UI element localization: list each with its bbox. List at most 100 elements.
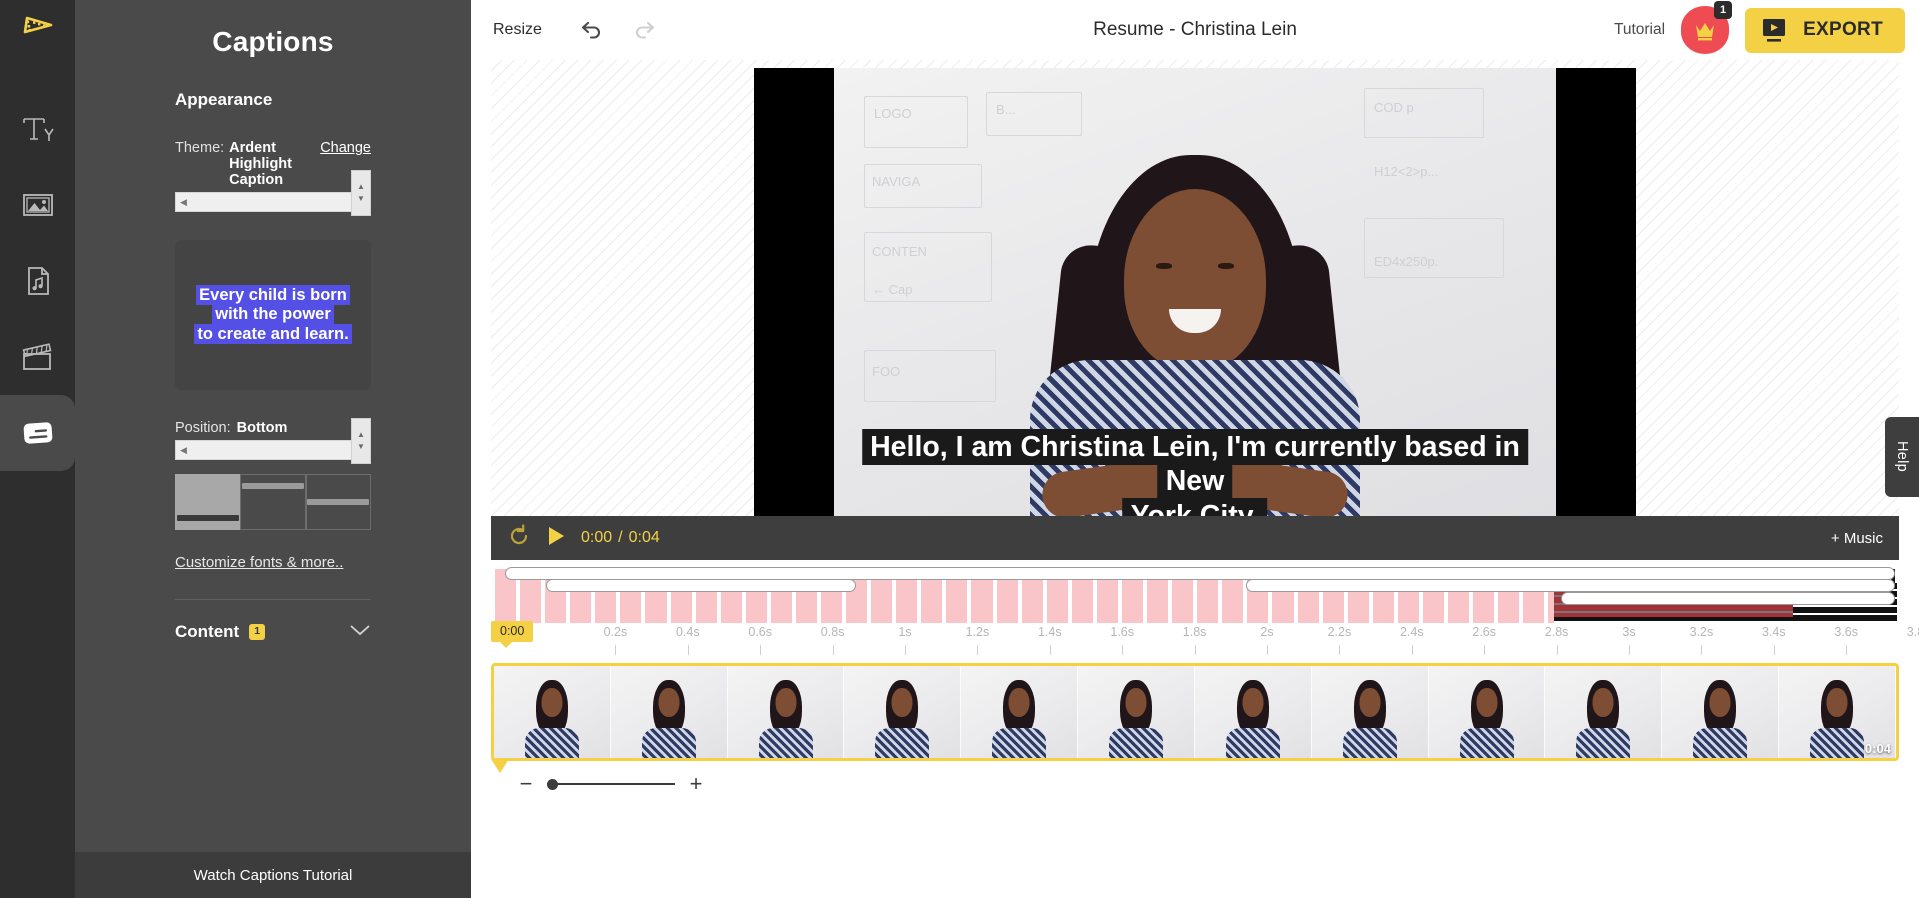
- position-scrollbar[interactable]: ◀ ▶ ▲ ▼: [175, 418, 371, 464]
- ruler-tick: [1484, 645, 1486, 655]
- panel-body: Appearance Theme: Ardent Highlight Capti…: [75, 66, 471, 852]
- video-clip-filmstrip[interactable]: 0:04: [491, 663, 1899, 761]
- redo-icon: [635, 21, 654, 39]
- position-option-group: [175, 474, 371, 530]
- filmstrip-frame[interactable]: [961, 666, 1079, 758]
- position-stepper[interactable]: ▲ ▼: [351, 418, 371, 464]
- add-music-button[interactable]: + Music: [1831, 530, 1883, 547]
- filmstrip-frame[interactable]: [1078, 666, 1195, 758]
- theme-row: Theme: Ardent Highlight Caption Change: [175, 140, 371, 188]
- caption-style-preview[interactable]: Every child is born with the power to cr…: [175, 240, 371, 390]
- ruler-tick: [1556, 645, 1558, 655]
- ruler-tick-label: 1.6s: [1110, 625, 1135, 639]
- filmstrip-frame[interactable]: [727, 666, 845, 758]
- ruler-tick: [760, 645, 762, 655]
- video-canvas[interactable]: LOGO B... NAVIGA CONTEN ← Cap COD p H12<…: [754, 68, 1636, 560]
- chevron-down-icon[interactable]: [349, 623, 371, 642]
- watch-captions-tutorial-button[interactable]: Watch Captions Tutorial: [75, 852, 471, 898]
- playhead-arrow: [491, 759, 509, 773]
- ruler-tick: [1122, 645, 1124, 655]
- theme-scrollbar[interactable]: ◀ ▶ ▲ ▼: [175, 170, 371, 216]
- zoom-slider-knob[interactable]: [547, 779, 558, 790]
- theme-stepper[interactable]: ▲ ▼: [351, 170, 371, 216]
- app-logo[interactable]: [18, 10, 58, 55]
- rail-item-text[interactable]: [0, 91, 75, 167]
- position-scroll-left-icon[interactable]: ◀: [180, 445, 187, 455]
- top-toolbar: Resize Resume - Christina Lein Tutorial …: [471, 0, 1919, 60]
- position-stepper-up-icon[interactable]: ▲: [357, 431, 365, 439]
- filmstrip-frame[interactable]: [1428, 666, 1546, 758]
- play-button[interactable]: [545, 524, 567, 553]
- main-area: Resize Resume - Christina Lein Tutorial …: [471, 0, 1919, 898]
- clip-end-time: 0:04: [1864, 741, 1891, 756]
- content-count-badge: 1: [249, 624, 266, 640]
- waveform-clip-outline-3[interactable]: [1246, 579, 1895, 592]
- ruler-tick: [1049, 645, 1051, 655]
- upgrade-crown-button[interactable]: 1: [1681, 1, 1733, 54]
- zoom-slider-track: [547, 783, 675, 785]
- help-tab[interactable]: Help: [1885, 417, 1919, 497]
- rail-item-audio[interactable]: [0, 243, 75, 319]
- playhead-time-label[interactable]: 0:00: [491, 621, 534, 648]
- captions-icon: [23, 422, 52, 444]
- undo-icon: [581, 21, 600, 39]
- theme-label: Theme:: [175, 140, 225, 156]
- filmstrip-frame[interactable]: [844, 666, 962, 758]
- undo-button[interactable]: [572, 10, 612, 50]
- document-title[interactable]: Resume - Christina Lein: [1093, 19, 1297, 41]
- play-icon: [549, 526, 564, 545]
- panel-title: Captions: [212, 26, 334, 57]
- rail-item-image[interactable]: [0, 167, 75, 243]
- audio-waveform-track[interactable]: [491, 565, 1899, 623]
- zoom-in-button[interactable]: +: [685, 773, 707, 795]
- captions-panel: Captions Appearance Theme: Ardent Highli…: [75, 0, 471, 898]
- theme-value: Ardent Highlight Caption: [229, 140, 292, 188]
- position-option-top[interactable]: [240, 474, 306, 530]
- export-button-label: EXPORT: [1803, 19, 1883, 40]
- ruler-tick-label: 2.8s: [1544, 625, 1569, 639]
- filmstrip-frame[interactable]: 0:04: [1779, 666, 1896, 758]
- panel-divider: [175, 599, 371, 600]
- filmstrip-frame[interactable]: [610, 666, 728, 758]
- filmstrip-frame[interactable]: [1194, 666, 1312, 758]
- time-ruler[interactable]: 0:00 0.2s 0.4s 0.6s 0.8s 1s 1.2s 1.4s 1.6s 1.8s 2…: [491, 621, 1919, 663]
- position-stepper-down-icon[interactable]: ▼: [357, 443, 365, 451]
- zoom-out-button[interactable]: −: [515, 773, 537, 795]
- filmstrip-frame[interactable]: [1545, 666, 1663, 758]
- clapperboard-icon: [22, 343, 51, 370]
- position-bar-bottom: [176, 515, 239, 521]
- restart-button[interactable]: [507, 523, 531, 553]
- ruler-tick: [1701, 645, 1703, 655]
- filmstrip-frame[interactable]: [1311, 666, 1429, 758]
- filmstrip-frame[interactable]: [494, 666, 611, 758]
- stepper-down-icon[interactable]: ▼: [357, 195, 365, 203]
- theme-change-link[interactable]: Change: [320, 140, 371, 156]
- rail-item-video[interactable]: [0, 319, 75, 395]
- redo-button[interactable]: [624, 10, 664, 50]
- audio-file-icon: [27, 267, 49, 295]
- ruler-tick: [615, 645, 617, 655]
- position-option-bottom[interactable]: [175, 474, 241, 530]
- customize-fonts-link[interactable]: Customize fonts & more..: [175, 554, 371, 571]
- export-button[interactable]: EXPORT: [1745, 7, 1905, 53]
- tool-rail: [0, 0, 75, 898]
- ruler-tick: [832, 645, 834, 655]
- rail-item-captions[interactable]: [0, 395, 75, 471]
- filmstrip-frame[interactable]: [1662, 666, 1780, 758]
- stepper-up-icon[interactable]: ▲: [357, 183, 365, 191]
- tutorial-link[interactable]: Tutorial: [1614, 21, 1665, 39]
- export-play-icon: [1763, 19, 1786, 42]
- timeline-zoom-controls: − +: [491, 761, 1899, 795]
- help-tab-label: Help: [1894, 441, 1910, 473]
- waveform-clip-outline-2[interactable]: [546, 579, 856, 592]
- ruler-tick: [1267, 645, 1268, 655]
- content-section-header[interactable]: Content 1: [175, 622, 371, 642]
- timeline: 0:00 0.2s 0.4s 0.6s 0.8s 1s 1.2s 1.4s 1.6s 1.8s 2…: [491, 565, 1919, 795]
- position-row: Position: Bottom: [175, 420, 371, 436]
- waveform-clip-outline-4[interactable]: [1561, 592, 1895, 605]
- resize-button[interactable]: Resize: [493, 21, 542, 39]
- position-option-middle[interactable]: [305, 474, 371, 530]
- zoom-slider[interactable]: [547, 777, 675, 791]
- scroll-left-icon[interactable]: ◀: [180, 197, 187, 207]
- position-bar-middle: [307, 499, 370, 505]
